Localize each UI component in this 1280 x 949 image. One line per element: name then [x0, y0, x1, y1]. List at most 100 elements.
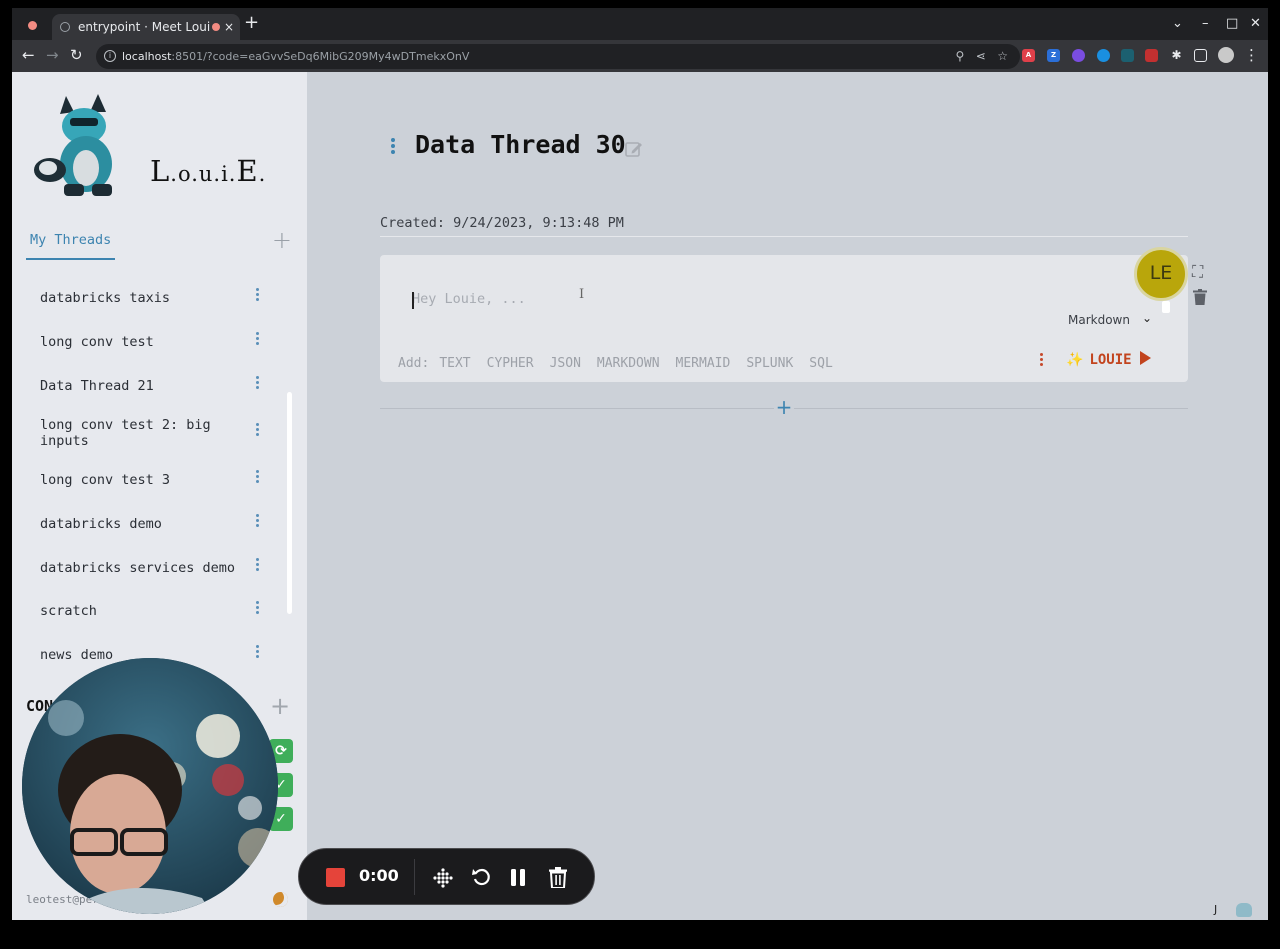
thread-label: databricks demo [40, 516, 162, 532]
tab-recording-icon [212, 23, 220, 31]
delete-cell-icon[interactable] [1193, 289, 1207, 305]
chevron-down-icon: ⌄ [1142, 311, 1153, 325]
new-tab-button[interactable]: + [244, 12, 259, 33]
add-label: Add: [398, 356, 430, 371]
ibeam-cursor-icon: I [579, 287, 585, 302]
window-close-button[interactable]: ✕ [1250, 16, 1261, 31]
tab-close-button[interactable]: × [224, 14, 234, 40]
add-connection-button[interactable]: + [270, 692, 290, 720]
thread-label: databricks services demo [40, 560, 236, 576]
run-label: LOUIE [1089, 352, 1132, 368]
adblock-extension-icon[interactable]: A [1022, 49, 1035, 62]
brand-wordmark: L.o.u.i.E. [150, 154, 266, 188]
graphistry-logo-icon [1236, 903, 1252, 917]
zoom-icon[interactable]: ⚲ [955, 49, 964, 63]
screen-recorder-bar: 0:00 [298, 848, 595, 905]
discard-recording-icon[interactable] [549, 867, 567, 888]
tab-my-threads[interactable]: My Threads [26, 230, 116, 260]
pause-icon[interactable] [509, 868, 527, 887]
recorder-divider [414, 859, 415, 895]
text-caret [412, 292, 414, 309]
cell-options-icon[interactable] [1040, 353, 1043, 368]
side-panel-icon[interactable] [1194, 49, 1207, 62]
recording-timer: 0:00 [359, 866, 399, 885]
divider [380, 236, 1188, 237]
add-splunk-option[interactable]: SPLUNK [746, 356, 793, 371]
minimize-button[interactable]: – [1202, 16, 1209, 31]
play-icon [1139, 351, 1151, 365]
add-sql-option[interactable]: SQL [809, 356, 832, 371]
url-path: :8501/?code=eaGvvSeDq6MibG209My4wDTmekxO… [171, 50, 470, 63]
back-button[interactable]: ← [22, 46, 35, 64]
brand-letters: .o.u.i. [170, 162, 237, 186]
add-thread-button[interactable]: + [272, 226, 292, 254]
created-timestamp: Created: 9/24/2023, 9:13:48 PM [380, 215, 624, 231]
gear-extension-icon[interactable] [1072, 49, 1085, 62]
dotted-grid-icon[interactable] [433, 868, 453, 888]
add-json-option[interactable]: JSON [550, 356, 581, 371]
thread-label: long conv test 2: big inputs [40, 417, 211, 449]
tab-search-icon[interactable]: ⌄ [1172, 16, 1183, 31]
run-louie-button[interactable]: ✨ LOUIE [1066, 351, 1151, 368]
recorder-extension-icon[interactable] [1145, 49, 1158, 62]
thread-menu-icon[interactable] [256, 558, 260, 573]
sidebar-tabs: My Threads + [26, 226, 292, 262]
thread-menu-icon[interactable] [256, 423, 260, 438]
add-markdown-option[interactable]: MARKDOWN [597, 356, 660, 371]
thread-label: long conv test 3 [40, 472, 171, 488]
browser-toolbar: ← → ↻ i localhost:8501/?code=eaGvvSeDq6M… [12, 40, 1268, 72]
thread-label: Data Thread 21 [40, 378, 154, 394]
brand-letter: E [236, 154, 259, 188]
thread-list-scrollbar[interactable] [287, 392, 292, 614]
thread-menu-icon[interactable] [256, 470, 260, 485]
add-text-option[interactable]: TEXT [439, 356, 470, 371]
thread-menu-icon[interactable] [256, 332, 260, 347]
browser-tab[interactable]: entrypoint · Meet Loui × [52, 14, 240, 40]
add-cell-type-bar: Add: TEXT CYPHER JSON MARKDOWN MERMAID SPLUNK S… [398, 356, 839, 371]
tab-strip: entrypoint · Meet Loui × + ⌄ – □ ✕ [12, 8, 1268, 40]
dark-mode-icon[interactable] [273, 892, 288, 907]
puzzle-extensions-icon[interactable]: ✱ [1170, 49, 1183, 62]
forward-button[interactable]: → [46, 46, 59, 64]
z-extension-icon[interactable]: Z [1047, 49, 1060, 62]
edit-title-icon[interactable] [625, 140, 643, 158]
page-title: Data Thread 30 [415, 130, 626, 159]
thread-label: long conv test [40, 334, 154, 350]
cell-mode-select[interactable]: Markdown ⌄ [1068, 311, 1152, 327]
omnibox-actions: ⚲ ⋖ ☆ [955, 44, 1008, 69]
globe-icon [60, 22, 70, 32]
maximize-button[interactable]: □ [1226, 16, 1238, 31]
avatar-status-marker [1162, 301, 1170, 313]
user-avatar[interactable]: LE [1134, 247, 1188, 301]
browser-menu-icon[interactable]: ⋮ [1244, 46, 1259, 64]
url-host: localhost [122, 50, 172, 63]
expand-icon[interactable]: ⛶ [1192, 262, 1203, 282]
louie-mascot-logo [34, 94, 112, 196]
thread-label: scratch [40, 603, 97, 619]
cell-mode-value: Markdown [1068, 313, 1130, 327]
thread-menu-icon[interactable] [256, 645, 260, 660]
thread-menu-icon[interactable] [256, 514, 260, 529]
add-cypher-option[interactable]: CYPHER [487, 356, 534, 371]
blue-extension-icon[interactable] [1097, 49, 1110, 62]
reload-button[interactable]: ↻ [70, 46, 83, 64]
restart-icon[interactable] [471, 867, 491, 887]
profile-avatar[interactable] [1218, 47, 1234, 63]
add-cell-button[interactable]: + [774, 396, 794, 420]
brand-letter: L [150, 154, 171, 188]
thread-options-icon[interactable] [391, 138, 395, 156]
stop-recording-button[interactable] [326, 868, 345, 887]
site-info-icon[interactable]: i [104, 50, 116, 62]
react-extension-icon[interactable] [1121, 49, 1134, 62]
footer-shortcut: J [1214, 903, 1218, 916]
sparkles-icon: ✨ [1066, 352, 1084, 368]
bookmark-star-icon[interactable]: ☆ [997, 49, 1008, 63]
thread-menu-icon[interactable] [256, 601, 260, 616]
address-bar[interactable]: i localhost:8501/?code=eaGvvSeDq6MibG209… [96, 44, 1020, 69]
add-mermaid-option[interactable]: MERMAID [676, 356, 731, 371]
share-icon[interactable]: ⋖ [976, 49, 986, 63]
prompt-input[interactable]: Hey Louie, ... [412, 291, 526, 307]
thread-menu-icon[interactable] [256, 288, 260, 303]
recording-indicator-icon [28, 21, 37, 30]
thread-menu-icon[interactable] [256, 376, 260, 391]
